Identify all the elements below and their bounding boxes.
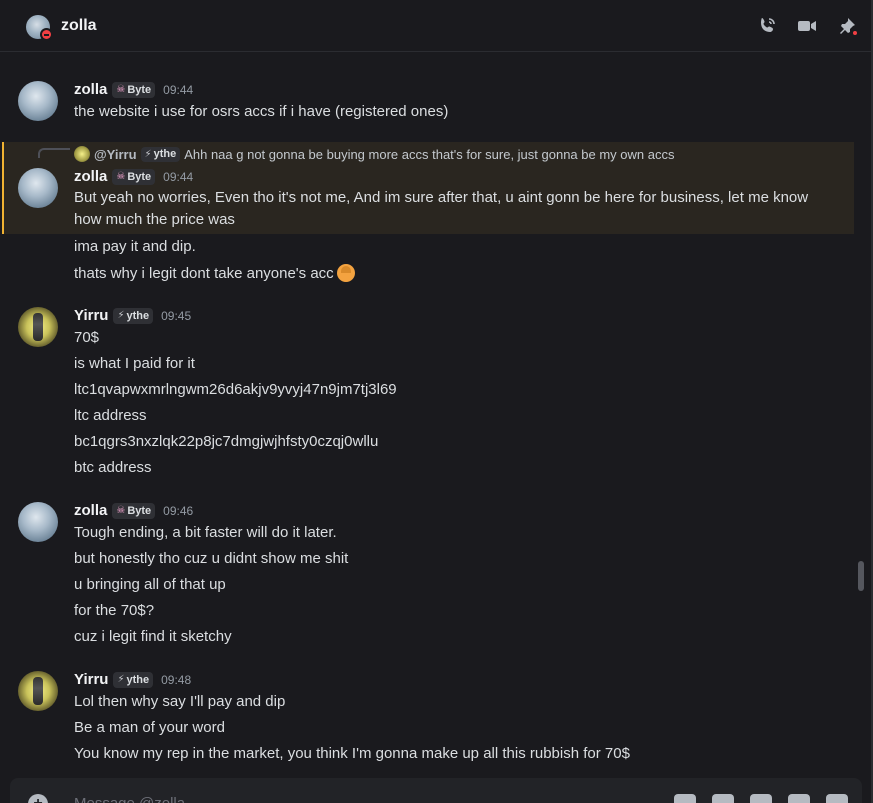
username[interactable]: zolla xyxy=(74,81,107,98)
message-header: Yirru ⚡ ythe 09:48 xyxy=(74,671,191,688)
gift-icon[interactable] xyxy=(674,794,696,803)
message-text: ltc1qvapwxmrlngwm26d6akjv9yvyj47n9jm7tj3… xyxy=(74,381,397,398)
message-text: cuz i legit find it sketchy xyxy=(74,628,232,645)
message-composer[interactable]: + Message @zolla xyxy=(10,778,862,803)
message-text: but honestly tho cuz u didnt show me shi… xyxy=(74,550,349,567)
skull-icon: ☠ xyxy=(116,505,126,516)
scrollbar-thumb[interactable] xyxy=(858,561,864,591)
message-header: zolla ☠ Byte 09:44 xyxy=(74,168,193,185)
reply-avatar xyxy=(74,146,90,162)
reply-preview[interactable]: @Yirru ⚡ ythe Ahh naa g not gonna be buyi… xyxy=(74,146,674,162)
message-text: for the 70$? xyxy=(74,602,155,619)
message-text: Be a man of your word xyxy=(74,719,225,736)
skull-icon: ☠ xyxy=(116,84,126,95)
timestamp: 09:46 xyxy=(163,503,194,518)
timestamp: 09:48 xyxy=(161,672,192,687)
message-list: zolla ☠ Byte 09:44 the website i use for … xyxy=(0,52,860,772)
message-header: Yirru ⚡ ythe 09:45 xyxy=(74,307,191,324)
guild-tag[interactable]: ☠ Byte xyxy=(112,502,156,519)
timestamp: 09:44 xyxy=(163,82,194,97)
avatar[interactable] xyxy=(18,671,58,711)
message-text: ima pay it and dip. xyxy=(74,238,196,255)
message-text: But yeah no worries, Even tho it's not m… xyxy=(74,189,809,228)
reply-connector xyxy=(38,148,70,158)
apps-icon[interactable] xyxy=(826,794,848,803)
dm-title[interactable]: zolla xyxy=(61,17,97,35)
avatar[interactable] xyxy=(18,502,58,542)
message-header: zolla ☠ Byte 09:44 xyxy=(74,81,193,98)
avatar[interactable] xyxy=(18,307,58,347)
video-camera-icon[interactable] xyxy=(797,16,817,36)
timestamp: 09:44 xyxy=(163,169,194,184)
dnd-status-icon xyxy=(40,28,53,41)
username[interactable]: Yirru xyxy=(74,307,108,324)
guild-tag[interactable]: ☠ Byte xyxy=(112,81,156,98)
skull-icon: ☠ xyxy=(116,171,126,182)
notification-dot xyxy=(851,29,859,37)
message-text: bc1qgrs3nxzlqk22p8jc7dmgjwjhfsty0czqj0wl… xyxy=(74,433,379,450)
guild-tag[interactable]: ⚡ ythe xyxy=(113,671,154,688)
username[interactable]: Yirru xyxy=(74,671,108,688)
avatar[interactable] xyxy=(18,168,58,208)
bolt-icon: ⚡ xyxy=(117,674,125,685)
message-text: is what I paid for it xyxy=(74,355,195,372)
message-text: thats why i legit dont take anyone's acc xyxy=(74,264,355,282)
dm-window: zolla zolla ☠ Byte 09:44 the website i us xyxy=(0,0,873,803)
header-toolbar xyxy=(757,16,859,37)
reply-text: Ahh naa g not gonna be buying more accs … xyxy=(184,146,675,162)
message-text: ltc address xyxy=(74,407,147,424)
reply-mention[interactable]: @Yirru xyxy=(94,147,137,162)
message-text: You know my rep in the market, you think… xyxy=(74,745,630,762)
timestamp: 09:45 xyxy=(161,308,192,323)
message-text: btc address xyxy=(74,459,152,476)
dm-header: zolla xyxy=(0,0,871,52)
message-text: u bringing all of that up xyxy=(74,576,226,593)
emoji-icon[interactable] xyxy=(788,794,810,803)
gif-icon[interactable] xyxy=(712,794,734,803)
plus-icon[interactable]: + xyxy=(28,794,48,803)
guild-tag[interactable]: ⚡ ythe xyxy=(140,146,181,162)
pin-icon[interactable] xyxy=(837,16,859,37)
message-input[interactable]: Message @zolla xyxy=(74,795,185,803)
username[interactable]: zolla xyxy=(74,502,107,519)
person-emoji-icon xyxy=(336,264,355,282)
sticker-icon[interactable] xyxy=(750,794,772,803)
username[interactable]: zolla xyxy=(74,168,107,185)
bolt-icon: ⚡ xyxy=(117,310,125,321)
guild-tag[interactable]: ⚡ ythe xyxy=(113,307,154,324)
message-text: Tough ending, a bit faster will do it la… xyxy=(74,524,337,541)
message-text: 70$ xyxy=(74,329,100,346)
message-text: the website i use for osrs accs if i hav… xyxy=(74,103,449,120)
message-text: Lol then why say I'll pay and dip xyxy=(74,693,286,710)
avatar[interactable] xyxy=(18,81,58,121)
bolt-icon: ⚡ xyxy=(144,148,152,160)
guild-tag[interactable]: ☠ Byte xyxy=(112,168,156,185)
composer-toolbar xyxy=(674,794,848,803)
phone-call-icon[interactable] xyxy=(757,16,777,36)
message-header: zolla ☠ Byte 09:46 xyxy=(74,502,193,519)
